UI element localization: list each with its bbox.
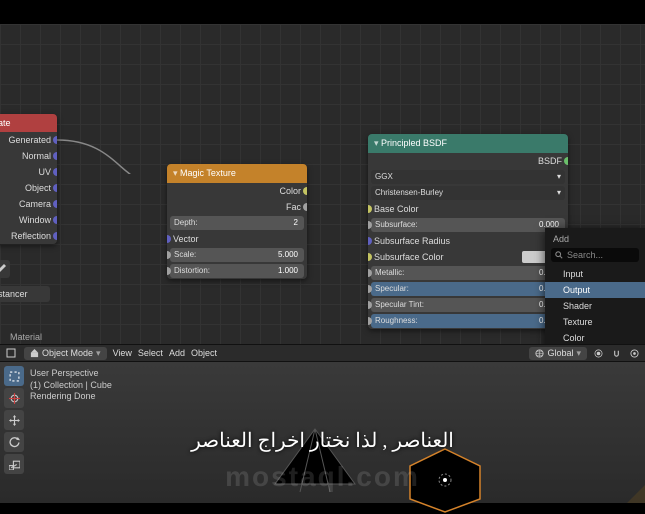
metallic-field[interactable]: Metallic:0.000: [371, 266, 565, 280]
menu-select[interactable]: Select: [138, 348, 163, 358]
menu-item-output[interactable]: Output: [545, 282, 645, 298]
menu-add[interactable]: Add: [169, 348, 185, 358]
tool-move[interactable]: [4, 410, 24, 430]
eyedropper-icon[interactable]: [0, 260, 10, 278]
menu-view[interactable]: View: [113, 348, 132, 358]
input-base-color[interactable]: Base Color: [374, 204, 419, 214]
output-reflection[interactable]: Reflection: [11, 231, 51, 241]
proportional-icon[interactable]: [627, 346, 641, 360]
output-generated[interactable]: Generated: [8, 135, 51, 145]
node-header[interactable]: ordinate: [0, 114, 57, 132]
editor-type-icon[interactable]: [4, 346, 18, 360]
subtitle-text: العناصر , لذا نختار اخراج العناصر: [0, 428, 645, 453]
specular-tint-field[interactable]: Specular Tint:0.000: [371, 298, 565, 312]
pivot-icon[interactable]: [591, 346, 605, 360]
node-header[interactable]: ▾ Magic Texture: [167, 164, 307, 183]
from-instancer-row[interactable]: stancer: [0, 286, 50, 302]
texture-coordinate-node[interactable]: ordinate Generated Normal UV Object Came…: [0, 114, 57, 244]
principled-bsdf-node[interactable]: ▾ Principled BSDF BSDF GGX▾ Christensen-…: [368, 134, 568, 329]
menu-item-shader[interactable]: Shader: [545, 298, 645, 314]
output-uv[interactable]: UV: [38, 167, 51, 177]
tool-cursor[interactable]: [4, 388, 24, 408]
menu-title: Add: [545, 232, 645, 248]
menu-item-texture[interactable]: Texture: [545, 314, 645, 330]
distribution-select[interactable]: GGX▾: [371, 170, 565, 184]
output-window[interactable]: Window: [19, 215, 51, 225]
menu-item-input[interactable]: Input: [545, 266, 645, 282]
3d-viewport[interactable]: User Perspective (1) Collection | Cube R…: [0, 362, 645, 503]
output-camera[interactable]: Camera: [19, 199, 51, 209]
subsurface-radius[interactable]: Subsurface Radius: [374, 236, 450, 246]
viewport-toolbar: Object Mode▾ View Select Add Object Glob…: [0, 344, 645, 362]
corner-decoration: [627, 485, 645, 503]
object-mode-icon: [30, 349, 39, 358]
subsurface-field[interactable]: Subsurface:0.000: [371, 218, 565, 232]
search-icon: [555, 251, 563, 259]
output-color[interactable]: Color: [279, 186, 301, 196]
roughness-field[interactable]: Roughness:0.500: [371, 314, 565, 328]
menu-search[interactable]: Search...: [551, 248, 639, 262]
viewport-info: User Perspective (1) Collection | Cube R…: [30, 368, 112, 403]
node-editor-canvas[interactable]: ordinate Generated Normal UV Object Came…: [0, 24, 645, 344]
output-object[interactable]: Object: [25, 183, 51, 193]
distortion-field[interactable]: Distortion:1.000: [170, 264, 304, 278]
sss-method-select[interactable]: Christensen-Burley▾: [371, 186, 565, 200]
orientation-select[interactable]: Global▾: [529, 347, 587, 360]
output-normal[interactable]: Normal: [22, 151, 51, 161]
watermark: mostaql.com: [0, 461, 645, 493]
mode-select[interactable]: Object Mode▾: [24, 347, 107, 360]
magic-texture-node[interactable]: ▾ Magic Texture Color Fac Depth:2 Vector…: [167, 164, 307, 279]
globe-icon: [535, 349, 544, 358]
input-vector[interactable]: Vector: [173, 234, 199, 244]
snap-icon[interactable]: [609, 346, 623, 360]
depth-field[interactable]: Depth:2: [170, 216, 304, 230]
subsurface-color-label: Subsurface Color: [374, 252, 444, 262]
output-fac[interactable]: Fac: [286, 202, 301, 212]
menu-object[interactable]: Object: [191, 348, 217, 358]
material-label: Material: [10, 332, 42, 342]
tool-select-box[interactable]: [4, 366, 24, 386]
scale-field[interactable]: Scale:5.000: [170, 248, 304, 262]
node-header[interactable]: ▾ Principled BSDF: [368, 134, 568, 153]
specular-field[interactable]: Specular:0.500: [371, 282, 565, 296]
output-bsdf[interactable]: BSDF: [538, 156, 562, 166]
